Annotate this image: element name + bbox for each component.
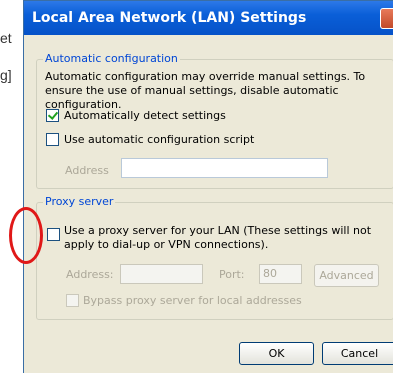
background-text-2: g] [0, 67, 12, 83]
proxy-port-label: Port: [219, 268, 245, 281]
automatic-configuration-group: Automatic configuration Automatic config… [36, 52, 393, 189]
proxy-address-label: Address: [66, 268, 114, 281]
detect-settings-label[interactable]: Automatically detect settings [64, 109, 226, 123]
lan-settings-dialog: Local Area Network (LAN) Settings Automa… [23, 0, 393, 373]
background-text-1: et [0, 30, 12, 46]
bypass-local-label: Bypass proxy server for local addresses [83, 294, 302, 307]
automatic-configuration-description: Automatic configuration may override man… [45, 70, 366, 111]
proxy-server-group: Proxy server Use a proxy server for your… [36, 195, 393, 320]
detect-settings-checkbox[interactable] [46, 109, 59, 122]
highlight-circle [9, 207, 43, 264]
proxy-server-title: Proxy server [43, 195, 116, 208]
automatic-configuration-title: Automatic configuration [43, 52, 180, 65]
advanced-button[interactable]: Advanced [314, 264, 379, 287]
bypass-local-checkbox[interactable] [66, 294, 79, 307]
proxy-address-input[interactable] [120, 264, 203, 284]
cancel-button[interactable]: Cancel [322, 342, 393, 365]
script-address-label: Address [65, 164, 109, 177]
use-proxy-label[interactable]: Use a proxy server for your LAN (These s… [64, 224, 389, 252]
script-address-input[interactable] [121, 158, 328, 178]
use-proxy-checkbox[interactable] [47, 228, 60, 241]
ok-button[interactable]: OK [239, 342, 314, 365]
dialog-title: Local Area Network (LAN) Settings [32, 10, 307, 26]
close-icon[interactable] [380, 8, 393, 29]
proxy-port-input[interactable]: 80 [259, 264, 302, 284]
config-script-checkbox[interactable] [46, 133, 59, 146]
title-bar: Local Area Network (LAN) Settings [24, 1, 393, 35]
config-script-label[interactable]: Use automatic configuration script [64, 133, 254, 147]
